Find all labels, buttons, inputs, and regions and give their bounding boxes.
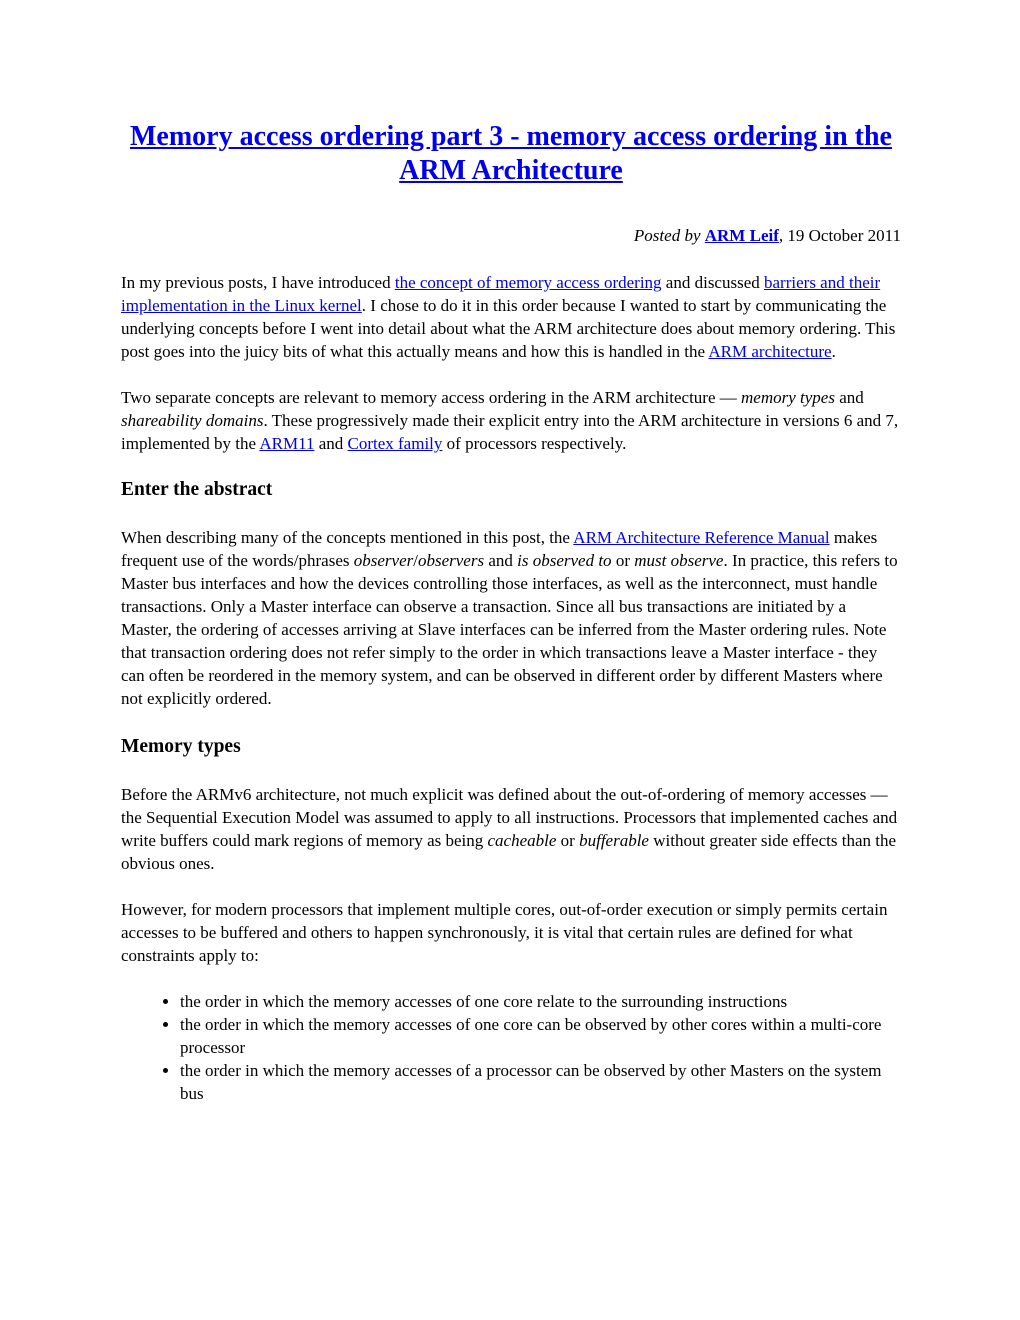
text: . In practice, this refers to Master bus… [121, 551, 898, 708]
text: and [314, 434, 348, 453]
heading-enter-the-abstract: Enter the abstract [121, 479, 273, 500]
concepts-paragraph: Two separate concepts are relevant to me… [121, 386, 901, 455]
title-link[interactable]: Memory access ordering part 3 - memory a… [130, 121, 892, 186]
link-arm11[interactable]: ARM11 [259, 434, 314, 453]
byline: Posted by ARM Leif, 19 October 2011 [121, 225, 901, 247]
constraints-list: the order in which the memory accesses o… [121, 990, 901, 1105]
text: When describing many of the concepts men… [121, 528, 574, 547]
page-title: Memory access ordering part 3 - memory a… [121, 120, 901, 188]
emphasis: must observe [634, 551, 724, 570]
text: . [831, 342, 836, 361]
list-item: the order in which the memory accesses o… [180, 1013, 901, 1059]
link-arm-arch-reference-manual[interactable]: ARM Architecture Reference Manual [573, 528, 829, 547]
text: or [556, 831, 580, 850]
intro-paragraph: In my previous posts, I have introduced … [121, 271, 901, 363]
author-link[interactable]: ARM Leif [705, 226, 779, 245]
abstract-paragraph: When describing many of the concepts men… [121, 526, 901, 710]
emphasis: shareability domains [121, 411, 264, 430]
text: and [834, 388, 864, 407]
emphasis: observers [417, 551, 485, 570]
link-cortex-family[interactable]: Cortex family [348, 434, 443, 453]
heading-memory-types: Memory types [121, 736, 241, 757]
article: Memory access ordering part 3 - memory a… [121, 120, 901, 1105]
memtypes-paragraph-2: However, for modern processors that impl… [121, 900, 888, 965]
emphasis: cacheable [487, 831, 557, 850]
text: of processors respectively. [442, 434, 627, 453]
list-item: the order in which the memory accesses o… [180, 1059, 901, 1105]
emphasis: observer [353, 551, 414, 570]
link-memory-access-ordering[interactable]: the concept of memory access ordering [395, 273, 662, 292]
emphasis: is observed to [517, 551, 612, 570]
text: In my previous posts, I have introduced [121, 273, 395, 292]
link-arm-architecture[interactable]: ARM architecture [708, 342, 831, 361]
memtypes-paragraph-1: Before the ARMv6 architecture, not much … [121, 783, 901, 875]
emphasis: bufferable [579, 831, 649, 850]
list-item: the order in which the memory accesses o… [180, 990, 901, 1013]
text: or [611, 551, 635, 570]
byline-prefix: Posted by [633, 226, 701, 245]
post-date: , 19 October 2011 [778, 226, 901, 245]
emphasis: memory types [741, 388, 835, 407]
text: and [484, 551, 518, 570]
text: Two separate concepts are relevant to me… [121, 388, 742, 407]
text: and discussed [661, 273, 765, 292]
